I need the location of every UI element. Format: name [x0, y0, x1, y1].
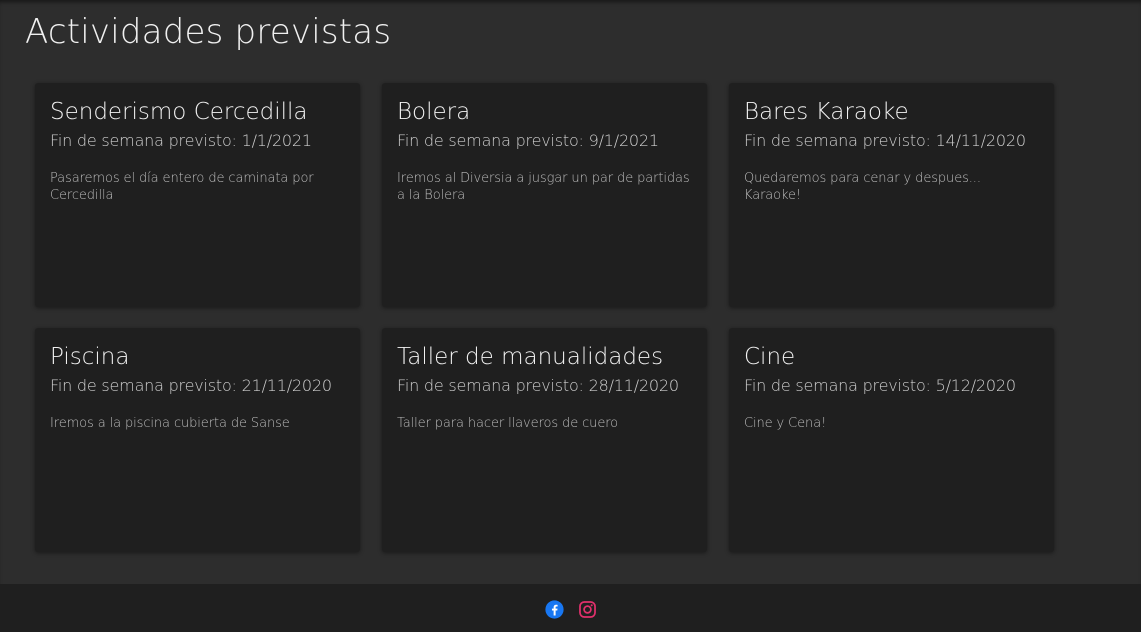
- activity-card: Cine Fin de semana previsto: 5/12/2020 C…: [729, 328, 1054, 552]
- activity-card: Piscina Fin de semana previsto: 21/11/20…: [35, 328, 360, 552]
- page-title: Actividades previstas: [25, 12, 392, 52]
- instagram-icon: [578, 600, 596, 618]
- activity-date: Fin de semana previsto: 28/11/2020: [397, 376, 679, 395]
- activity-description: Iremos al Diversia a jusgar un par de pa…: [397, 171, 690, 203]
- activity-card: Senderismo Cercedilla Fin de semana prev…: [35, 83, 360, 307]
- activity-title: Bolera: [397, 99, 471, 125]
- activity-description: Iremos a la piscina cubierta de Sanse: [50, 416, 290, 431]
- activity-title: Piscina: [50, 344, 130, 370]
- activity-date: Fin de semana previsto: 5/12/2020: [744, 376, 1016, 395]
- activity-date: Fin de semana previsto: 14/11/2020: [744, 131, 1026, 150]
- page: Actividades previstas Senderismo Cercedi…: [0, 0, 1141, 632]
- activity-card: Bolera Fin de semana previsto: 9/1/2021 …: [382, 83, 707, 307]
- activity-date: Fin de semana previsto: 21/11/2020: [50, 376, 332, 395]
- instagram-link[interactable]: [578, 600, 597, 619]
- activity-date: Fin de semana previsto: 9/1/2021: [397, 131, 659, 150]
- activity-title: Taller de manualidades: [397, 344, 664, 370]
- activity-title: Cine: [744, 344, 796, 370]
- activities-grid: Senderismo Cercedilla Fin de semana prev…: [35, 83, 1054, 552]
- activity-card: Bares Karaoke Fin de semana previsto: 14…: [729, 83, 1054, 307]
- activity-title: Bares Karaoke: [744, 99, 909, 125]
- facebook-icon: [544, 599, 564, 619]
- activity-description: Cine y Cena!: [744, 416, 827, 431]
- facebook-link[interactable]: [544, 599, 564, 619]
- activity-date: Fin de semana previsto: 1/1/2021: [50, 131, 312, 150]
- activity-description: Taller para hacer llaveros de cuero: [397, 416, 619, 431]
- activity-description: Pasaremos el día entero de caminata por …: [50, 171, 314, 203]
- footer: [0, 584, 1141, 632]
- activity-title: Senderismo Cercedilla: [50, 99, 308, 125]
- activity-card: Taller de manualidades Fin de semana pre…: [382, 328, 707, 552]
- activity-description: Quedaremos para cenar y despues... Karao…: [744, 171, 981, 203]
